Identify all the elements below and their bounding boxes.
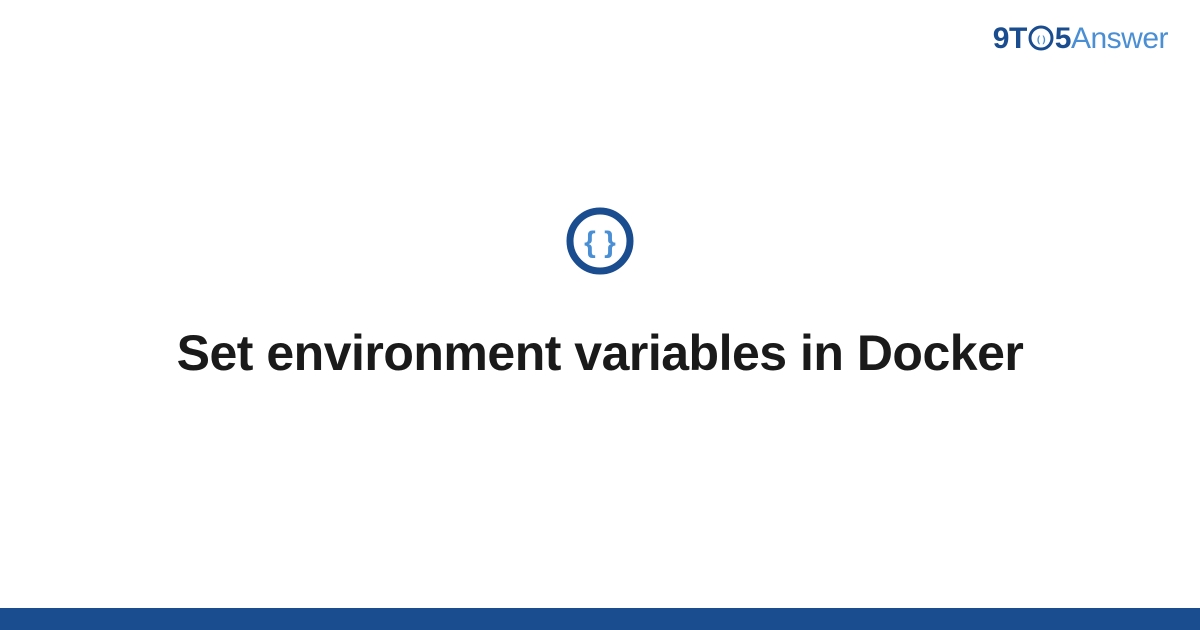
svg-text:{ }: { }	[584, 226, 616, 259]
page-title: Set environment variables in Docker	[177, 322, 1024, 385]
footer-bar	[0, 608, 1200, 630]
main-content: { } Set environment variables in Docker	[0, 0, 1200, 630]
braces-circle-icon: { }	[564, 205, 636, 282]
